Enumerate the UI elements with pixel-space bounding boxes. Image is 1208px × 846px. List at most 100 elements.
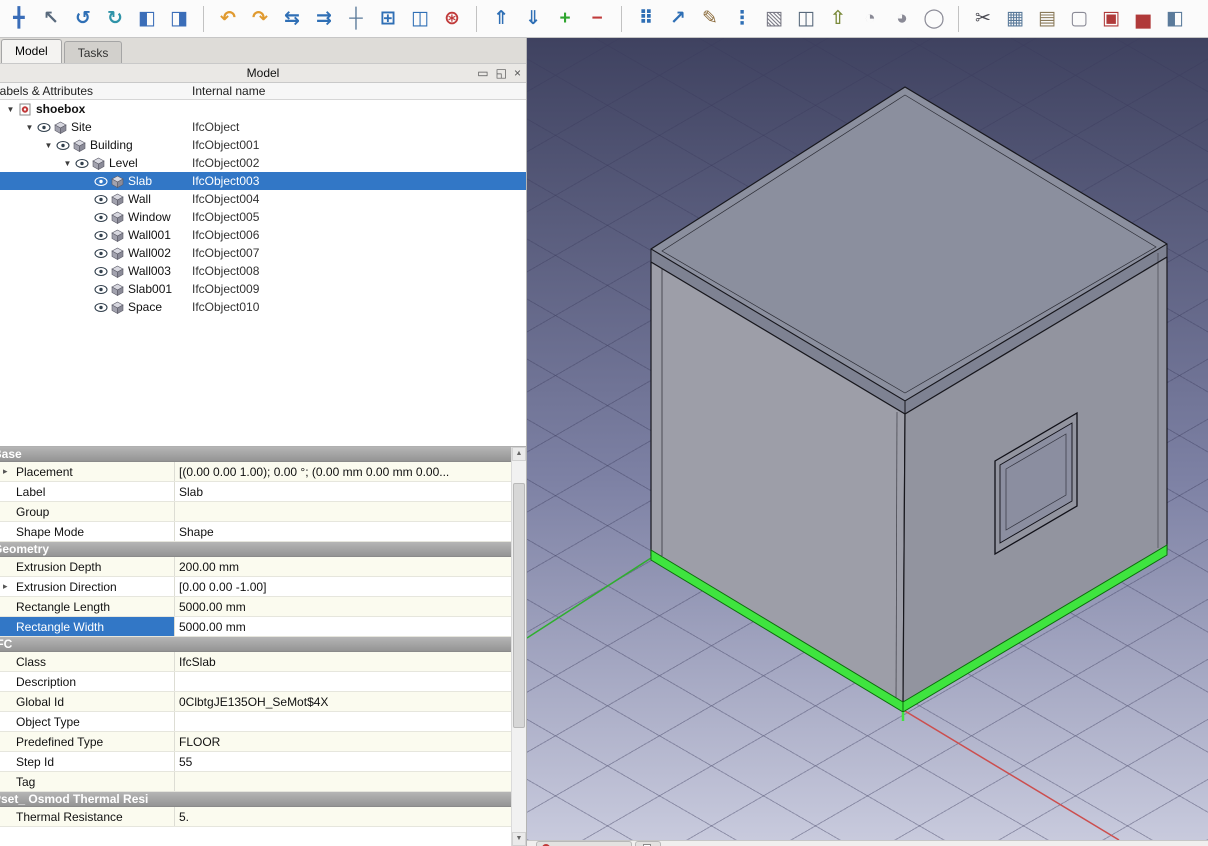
scroll-down-icon[interactable]: ▼ xyxy=(512,832,526,846)
slice-icon[interactable]: ◔ xyxy=(857,5,883,33)
property-value[interactable]: [(0.00 0.00 1.00); 0.00 °; (0.00 mm 0.00… xyxy=(175,462,511,481)
visibility-eye-icon[interactable] xyxy=(93,194,109,205)
property-value[interactable] xyxy=(175,772,511,791)
expander-icon[interactable]: ▼ xyxy=(23,123,36,132)
property-name[interactable]: Global Id xyxy=(0,692,175,711)
property-group-header[interactable]: IFC xyxy=(0,637,511,652)
scroll-up-icon[interactable]: ▲ xyxy=(512,447,526,461)
property-scrollbar[interactable]: ▲ ▼ xyxy=(511,447,526,846)
snap-cross-icon[interactable]: ┼ xyxy=(343,5,369,33)
3d-viewport[interactable] xyxy=(527,38,1208,840)
dock-float-button[interactable]: ▭ xyxy=(477,65,488,82)
rotate-left-icon[interactable]: ↺ xyxy=(70,5,96,33)
property-value[interactable]: 200.00 mm xyxy=(175,557,511,576)
add-icon[interactable]: + xyxy=(552,5,578,33)
property-value[interactable] xyxy=(175,502,511,521)
visibility-eye-icon[interactable] xyxy=(93,284,109,295)
property-row[interactable]: Step Id55 xyxy=(0,752,511,772)
mirror-icon[interactable]: ◫ xyxy=(793,5,819,33)
chart-icon[interactable]: ▅ xyxy=(1130,5,1156,33)
tree-row-wall[interactable]: WallIfcObject004 xyxy=(0,190,526,208)
fit-width-icon[interactable]: ⇆ xyxy=(279,5,305,33)
point-array-icon[interactable]: ✎ xyxy=(697,5,723,33)
property-row[interactable]: Rectangle Width5000.00 mm xyxy=(0,617,511,637)
property-name[interactable]: Group xyxy=(0,502,175,521)
snap-sphere-icon[interactable]: ⊛ xyxy=(439,5,465,33)
view-isometric-icon[interactable]: ◧ xyxy=(134,5,160,33)
property-name[interactable]: Label xyxy=(0,482,175,501)
property-name[interactable]: Tag xyxy=(0,772,175,791)
property-value[interactable]: 5. xyxy=(175,807,511,826)
dock-close-button[interactable]: × xyxy=(514,65,521,82)
expander-icon[interactable]: ▼ xyxy=(42,141,55,150)
path-array-icon[interactable]: ↗ xyxy=(665,5,691,33)
property-name[interactable]: Rectangle Length xyxy=(0,597,175,616)
mdi-tab-start-page[interactable] xyxy=(536,841,632,846)
property-value[interactable]: Shape xyxy=(175,522,511,541)
cut-plane-icon[interactable]: ✂ xyxy=(970,5,996,33)
property-name[interactable]: Shape Mode xyxy=(0,522,175,541)
property-value[interactable]: 0ClbtgJE135OH_SeMot$4X xyxy=(175,692,511,711)
tree-row-site[interactable]: ▼SiteIfcObject xyxy=(0,118,526,136)
property-name[interactable]: Extrusion Depth xyxy=(0,557,175,576)
remove-icon[interactable]: − xyxy=(584,5,610,33)
visibility-eye-icon[interactable] xyxy=(74,158,90,169)
property-name[interactable]: Thermal Resistance xyxy=(0,807,175,826)
sphere-icon[interactable]: ◕ xyxy=(889,5,915,33)
property-group-header[interactable]: Pset_ Osmod Thermal Resi xyxy=(0,792,511,807)
property-row[interactable]: Shape ModeShape xyxy=(0,522,511,542)
property-name[interactable]: ▸Placement xyxy=(0,462,175,481)
visibility-eye-icon[interactable] xyxy=(93,302,109,313)
rect-array-icon[interactable]: ⠿ xyxy=(633,5,659,33)
property-name[interactable]: Rectangle Width xyxy=(0,617,175,636)
clone-icon[interactable]: ▧ xyxy=(761,5,787,33)
clipped-edge-icon[interactable]: ◧ xyxy=(1162,5,1188,33)
property-row[interactable]: ▸Extrusion Direction[0.00 0.00 -1.00] xyxy=(0,577,511,597)
tree-header-internal-name[interactable]: Internal name xyxy=(192,84,265,98)
tab-tasks[interactable]: Tasks xyxy=(64,41,123,63)
tree-row-level[interactable]: ▼LevelIfcObject002 xyxy=(0,154,526,172)
property-row[interactable]: Extrusion Depth200.00 mm xyxy=(0,557,511,577)
property-row[interactable]: ClassIfcSlab xyxy=(0,652,511,672)
ellipse-icon[interactable]: ◯ xyxy=(921,5,947,33)
document-icon[interactable]: ▢ xyxy=(1066,5,1092,33)
property-value[interactable]: 5000.00 mm xyxy=(175,597,511,616)
property-value[interactable]: 55 xyxy=(175,752,511,771)
expander-icon[interactable]: ▼ xyxy=(4,105,17,114)
tree-row-building[interactable]: ▼BuildingIfcObject001 xyxy=(0,136,526,154)
property-row[interactable]: Rectangle Length5000.00 mm xyxy=(0,597,511,617)
property-row[interactable]: Global Id0ClbtgJE135OH_SeMot$4X xyxy=(0,692,511,712)
expander-icon[interactable]: ▼ xyxy=(61,159,74,168)
tab-model[interactable]: Model xyxy=(1,39,62,63)
visibility-eye-icon[interactable] xyxy=(93,212,109,223)
undo-icon[interactable]: ↶ xyxy=(215,5,241,33)
property-value[interactable]: Slab xyxy=(175,482,511,501)
property-value[interactable] xyxy=(175,672,511,691)
mdi-tab-document[interactable] xyxy=(635,841,661,846)
property-name[interactable]: ▸Extrusion Direction xyxy=(0,577,175,596)
property-name[interactable]: Description xyxy=(0,672,175,691)
extrude-icon[interactable]: ⇧ xyxy=(825,5,851,33)
visibility-eye-icon[interactable] xyxy=(36,122,52,133)
property-row[interactable]: Tag xyxy=(0,772,511,792)
visibility-eye-icon[interactable] xyxy=(93,230,109,241)
redo-icon[interactable]: ↷ xyxy=(247,5,273,33)
tree-row-wall003[interactable]: Wall003IfcObject008 xyxy=(0,262,526,280)
property-value[interactable] xyxy=(175,712,511,731)
tree-row-wall001[interactable]: Wall001IfcObject006 xyxy=(0,226,526,244)
property-group-header[interactable]: Geometry xyxy=(0,542,511,557)
expand-arrow-icon[interactable]: ▸ xyxy=(3,581,8,592)
polar-array-icon[interactable]: ⋮ xyxy=(729,5,755,33)
visibility-eye-icon[interactable] xyxy=(93,248,109,259)
property-name[interactable]: Object Type xyxy=(0,712,175,731)
tree-row-shoebox[interactable]: ▼shoebox xyxy=(0,100,526,118)
property-value[interactable]: [0.00 0.00 -1.00] xyxy=(175,577,511,596)
view-dimetric-icon[interactable]: ◨ xyxy=(166,5,192,33)
tree-row-space[interactable]: SpaceIfcObject010 xyxy=(0,298,526,316)
move-up-icon[interactable]: ⇑ xyxy=(488,5,514,33)
tree-header-labels[interactable]: Labels & Attributes xyxy=(0,84,93,98)
property-name[interactable]: Step Id xyxy=(0,752,175,771)
move-down-icon[interactable]: ⇓ xyxy=(520,5,546,33)
property-row[interactable]: Thermal Resistance5. xyxy=(0,807,511,827)
tree-row-window[interactable]: WindowIfcObject005 xyxy=(0,208,526,226)
